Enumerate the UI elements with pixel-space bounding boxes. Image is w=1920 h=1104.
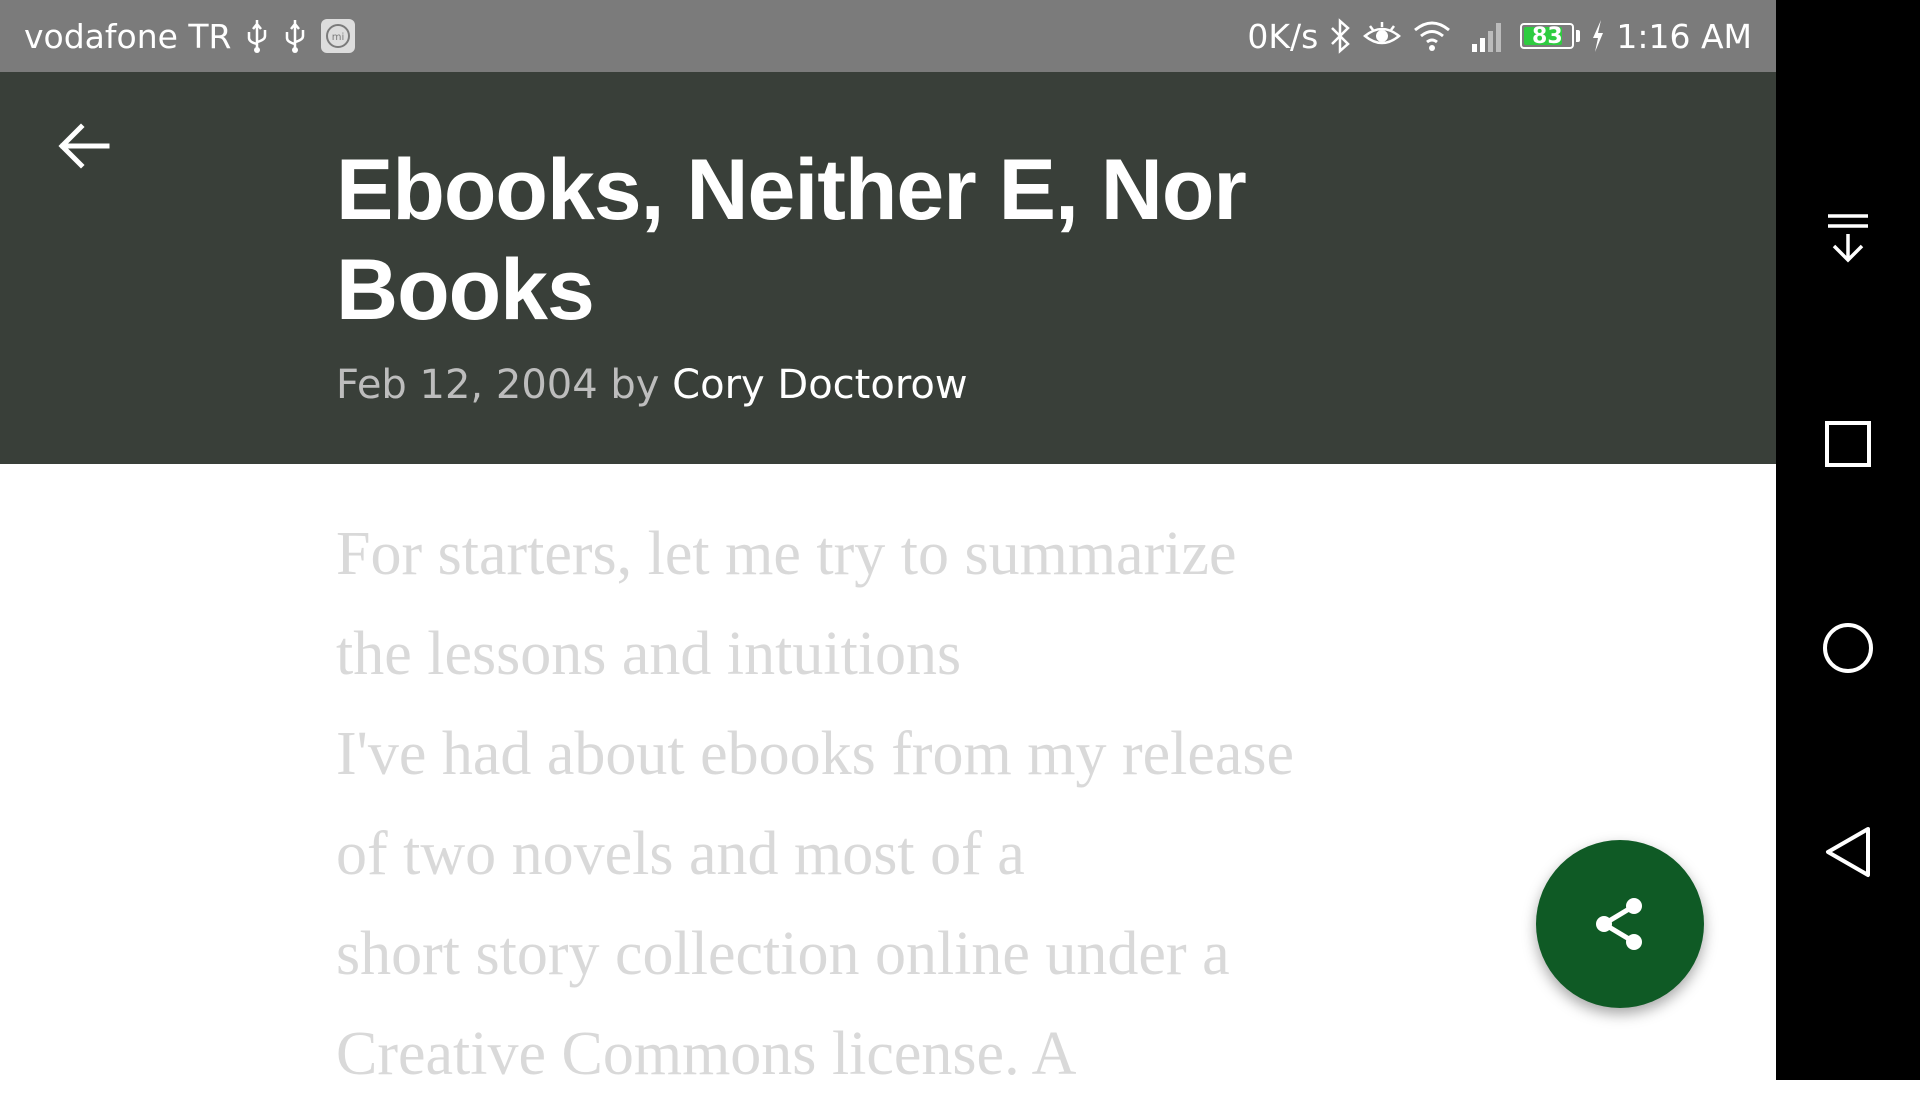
- signal-icon: [1470, 18, 1506, 54]
- status-bar-right: 0K/s 83 1:16 AM: [1247, 0, 1752, 72]
- arrow-left-icon: [58, 123, 110, 169]
- clock-time: 1:16 AM: [1616, 16, 1752, 56]
- battery-icon: 83: [1520, 23, 1575, 49]
- battery-level: 83: [1532, 23, 1563, 49]
- usb-icon: [244, 18, 270, 54]
- article-line: short story collection online under a: [336, 920, 1230, 988]
- article-line: I've had about ebooks from my release: [336, 720, 1295, 788]
- carrier-name: vodafone TR: [24, 16, 232, 56]
- title-line-2: Books: [336, 242, 595, 338]
- recents-button[interactable]: [1812, 408, 1884, 480]
- battery-tip: [1576, 30, 1581, 42]
- eye-icon: [1362, 18, 1402, 54]
- usb-icon: [282, 18, 308, 54]
- notification-pull-button[interactable]: [1812, 202, 1884, 274]
- article-line: of two novels and most of a: [336, 820, 1025, 888]
- article-title: Ebooks, Neither E, Nor Books: [336, 140, 1336, 340]
- recents-icon: [1825, 421, 1871, 467]
- net-speed: 0K/s: [1247, 16, 1319, 56]
- svg-text:mi: mi: [331, 32, 344, 43]
- by-label: by: [610, 362, 660, 408]
- home-button[interactable]: [1812, 612, 1884, 684]
- status-bar: vodafone TR mi 0K/s 83 1:16 AM: [0, 0, 1776, 72]
- share-icon: [1596, 898, 1642, 950]
- author-link[interactable]: Cory Doctorow: [672, 362, 967, 408]
- article-meta: Feb 12, 2004 by Cory Doctorow: [336, 362, 968, 408]
- back-icon: [1826, 827, 1870, 877]
- article-body: For starters, let me try to summarize th…: [336, 504, 1436, 1104]
- wifi-icon: [1412, 18, 1452, 54]
- status-bar-left: vodafone TR mi: [24, 0, 356, 72]
- article-line: Creative Commons license. A: [336, 1020, 1077, 1088]
- charging-icon: [1590, 18, 1606, 54]
- bluetooth-icon: [1328, 18, 1352, 54]
- title-line-1: Ebooks, Neither E, Nor: [336, 142, 1247, 238]
- share-button[interactable]: [1536, 840, 1704, 1008]
- back-nav-button[interactable]: [1812, 816, 1884, 888]
- article-line: the lessons and intuitions: [336, 620, 962, 688]
- mi-icon: mi: [320, 18, 356, 54]
- article-line: For starters, let me try to summarize: [336, 520, 1237, 588]
- publish-date: Feb 12, 2004: [336, 362, 598, 408]
- system-nav-bar: [1776, 0, 1920, 1080]
- home-icon: [1823, 623, 1873, 673]
- back-button[interactable]: [44, 106, 124, 186]
- notification-pull-icon: [1828, 214, 1868, 263]
